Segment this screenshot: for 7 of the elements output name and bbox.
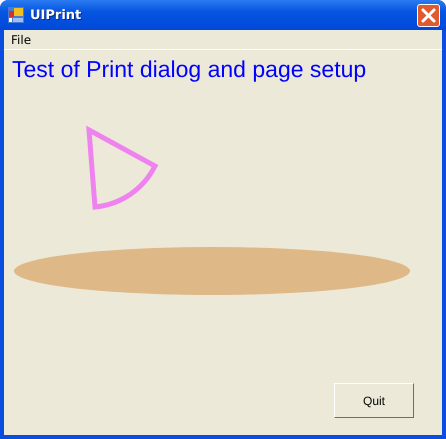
close-icon <box>421 8 436 22</box>
app-icon <box>8 7 24 23</box>
window-title: UIPrint <box>30 8 82 22</box>
close-button[interactable] <box>417 4 440 26</box>
menu-item[interactable]: File <box>8 32 34 46</box>
heading: Test of Print dialog and page setup <box>11 55 368 83</box>
quit-button[interactable]: Quit <box>334 383 414 418</box>
